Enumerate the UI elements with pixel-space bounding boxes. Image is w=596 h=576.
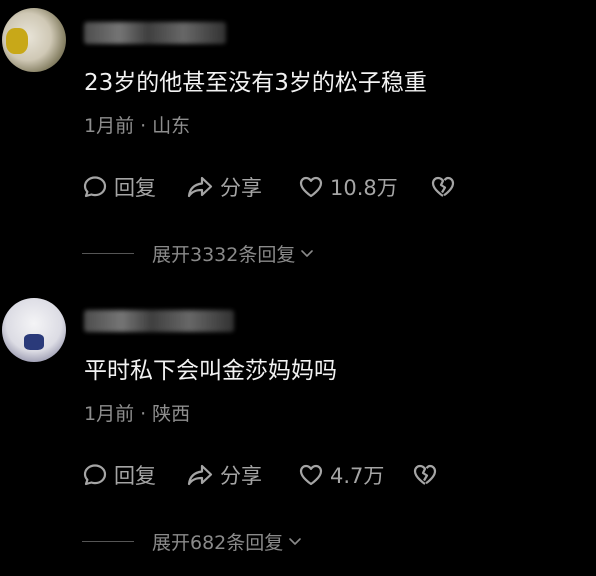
share-arrow-icon bbox=[187, 464, 213, 486]
comment-meta: 1月前 · 山东 bbox=[84, 114, 190, 138]
expand-divider bbox=[82, 540, 134, 542]
comment-time: 1月前 bbox=[84, 403, 135, 425]
comment-text: 23岁的他甚至没有3岁的松子稳重 bbox=[84, 70, 427, 96]
like-count: 4.7万 bbox=[330, 464, 385, 488]
share-button[interactable]: 分享 bbox=[186, 170, 262, 204]
share-button[interactable]: 分享 bbox=[186, 458, 262, 492]
like-button[interactable]: 10.8万 bbox=[298, 170, 398, 204]
reply-button[interactable]: 回复 bbox=[82, 170, 156, 204]
reply-label: 回复 bbox=[114, 176, 156, 200]
expand-replies-button[interactable]: 展开3332条回复 bbox=[82, 238, 315, 268]
comment-actions: 回复 分享 4.7万 bbox=[82, 458, 502, 492]
dislike-button[interactable] bbox=[430, 170, 456, 204]
broken-heart-icon bbox=[431, 176, 455, 197]
like-button[interactable]: 4.7万 bbox=[298, 458, 384, 492]
comment-time: 1月前 bbox=[84, 115, 135, 137]
comment-location: 陕西 bbox=[152, 403, 191, 425]
share-label: 分享 bbox=[220, 176, 262, 200]
speech-bubble-icon bbox=[83, 176, 107, 198]
heart-outline-icon bbox=[299, 464, 323, 486]
avatar[interactable] bbox=[2, 298, 66, 362]
speech-bubble-icon bbox=[83, 464, 107, 486]
username-blurred[interactable] bbox=[84, 310, 234, 332]
reply-button[interactable]: 回复 bbox=[82, 458, 156, 492]
heart-outline-icon bbox=[299, 176, 323, 198]
avatar[interactable] bbox=[2, 8, 66, 72]
meta-separator: · bbox=[140, 115, 147, 137]
comment-location: 山东 bbox=[152, 115, 191, 137]
expand-replies-label: 展开682条回复 bbox=[152, 531, 284, 554]
comment-text: 平时私下会叫金莎妈妈吗 bbox=[84, 358, 337, 384]
expand-divider bbox=[82, 252, 134, 254]
like-count: 10.8万 bbox=[330, 176, 398, 200]
reply-label: 回复 bbox=[114, 464, 156, 488]
expand-replies-button[interactable]: 展开682条回复 bbox=[82, 526, 303, 556]
expand-replies-label: 展开3332条回复 bbox=[152, 243, 296, 266]
chevron-down-icon bbox=[289, 538, 302, 545]
comment-actions: 回复 分享 10.8万 bbox=[82, 170, 502, 204]
username-blurred[interactable] bbox=[84, 22, 226, 44]
meta-separator: · bbox=[140, 403, 147, 425]
share-arrow-icon bbox=[187, 176, 213, 198]
broken-heart-icon bbox=[413, 464, 437, 485]
chevron-down-icon bbox=[301, 250, 314, 257]
comment-meta: 1月前 · 陕西 bbox=[84, 402, 190, 426]
share-label: 分享 bbox=[220, 464, 262, 488]
dislike-button[interactable] bbox=[412, 458, 438, 492]
